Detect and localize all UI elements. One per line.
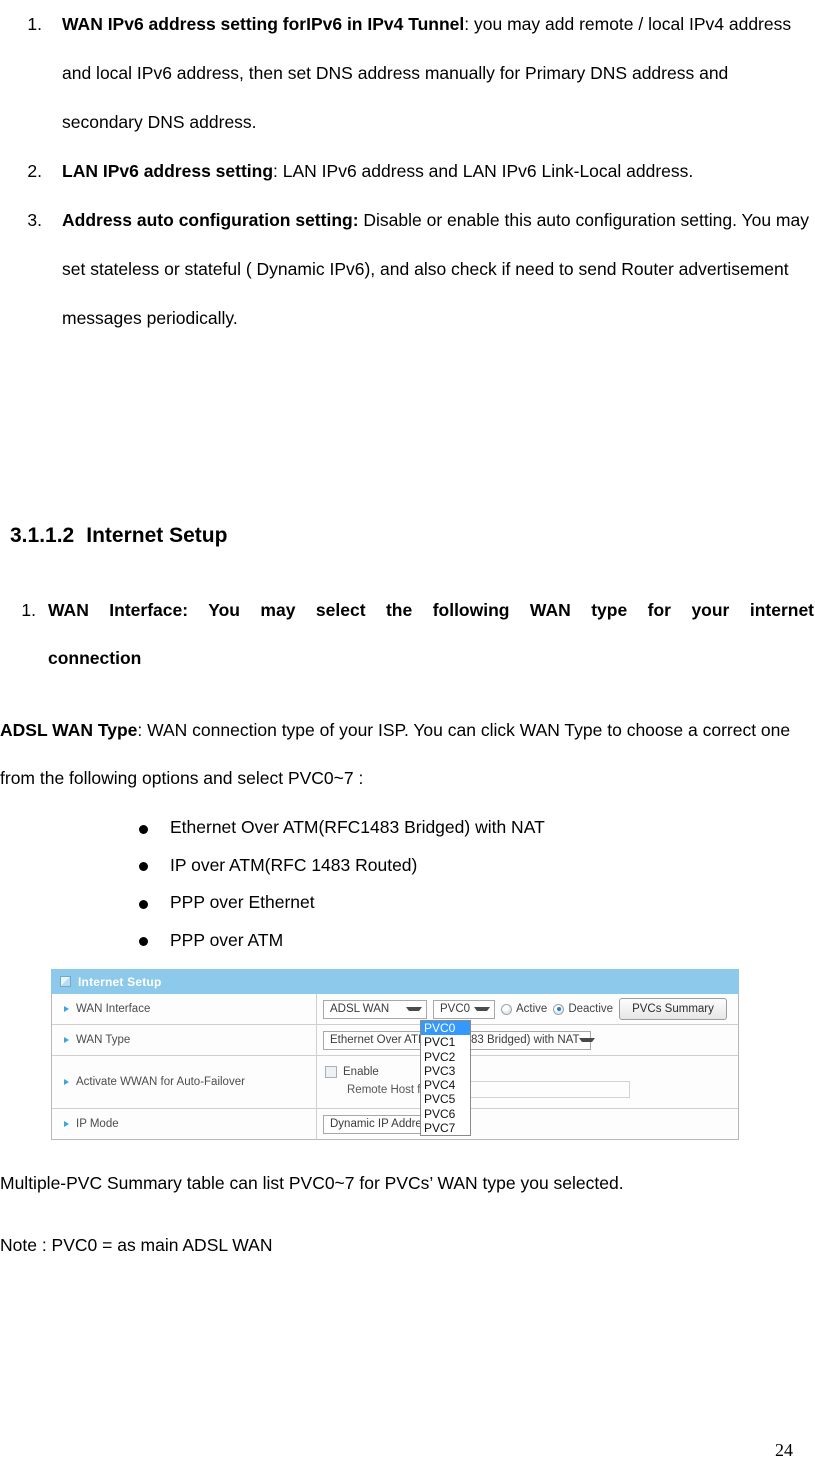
pvc-option-1[interactable]: PVC1 bbox=[421, 1035, 470, 1049]
list-item: 1. WAN IPv6 address setting forIPv6 in I… bbox=[0, 0, 815, 147]
remote-host-row: Remote Host for k bbox=[325, 1081, 630, 1098]
wan-interface-select-value: ADSL WAN bbox=[330, 1003, 390, 1015]
note-paragraph: Note : PVC0 = as main ADSL WAN bbox=[0, 1235, 273, 1255]
list-item: PPP over ATM bbox=[0, 922, 815, 960]
radio-active[interactable] bbox=[501, 1003, 512, 1015]
bullet-label: IP over ATM(RFC 1483 Routed) bbox=[170, 854, 418, 875]
list-item-body: Address auto configuration setting: Disa… bbox=[62, 196, 815, 343]
bullet-icon bbox=[0, 923, 148, 961]
list-item-bold: WAN IPv6 address setting forIPv6 in IPv4… bbox=[62, 14, 465, 34]
triangle-bullet-icon bbox=[64, 1006, 69, 1012]
row-label-text: WAN Interface bbox=[76, 1003, 151, 1015]
panel-icon bbox=[60, 976, 71, 987]
adsl-wan-type-paragraph: ADSL WAN Type: WAN connection type of yo… bbox=[0, 706, 815, 802]
row-value-wwan: Enable Remote Host for k bbox=[317, 1056, 738, 1108]
wan-interface-list-item: 1. WAN Interface: You may select the fol… bbox=[0, 586, 815, 682]
active-radio-option[interactable]: Active bbox=[501, 1003, 547, 1015]
table-row: WAN Interface ADSL WAN PVC0 Active Deact… bbox=[52, 994, 738, 1025]
intro-numbered-list: 1. WAN IPv6 address setting forIPv6 in I… bbox=[0, 0, 815, 343]
wan-item-line-1: WAN Interface: You may select the follow… bbox=[48, 600, 814, 620]
radio-active-label: Active bbox=[516, 1003, 548, 1015]
triangle-bullet-icon bbox=[64, 1037, 69, 1043]
section-number: 3.1.1.2 bbox=[10, 524, 75, 547]
chevron-down-icon bbox=[406, 1007, 422, 1011]
remote-host-input[interactable] bbox=[447, 1081, 630, 1098]
chevron-down-icon bbox=[474, 1007, 490, 1011]
triangle-bullet-icon bbox=[64, 1079, 69, 1085]
row-label-ip-mode: IP Mode bbox=[52, 1109, 317, 1139]
radio-deactive[interactable] bbox=[553, 1003, 565, 1015]
bullet-label: PPP over Ethernet bbox=[170, 892, 315, 912]
row-value-ip-mode: Dynamic IP Address bbox=[317, 1109, 738, 1139]
pvc-option-6[interactable]: PVC6 bbox=[421, 1107, 470, 1121]
wan-item-body: WAN Interface: You may select the follow… bbox=[48, 586, 815, 682]
wan-type-bullet-list: Ethernet Over ATM(RFC1483 Bridged) with … bbox=[0, 809, 815, 959]
pvc-option-2[interactable]: PVC2 bbox=[421, 1050, 470, 1064]
deactive-radio-option[interactable]: Deactive bbox=[553, 1003, 613, 1015]
wan-item-line-2: connection bbox=[48, 648, 142, 668]
row-value-wan-type: Ethernet Over ATM (RFC1483 Bridged) with… bbox=[317, 1025, 738, 1055]
list-item: Ethernet Over ATM(RFC1483 Bridged) with … bbox=[0, 809, 815, 847]
pvc-option-3[interactable]: PVC3 bbox=[421, 1064, 470, 1078]
wan-interface-select[interactable]: ADSL WAN bbox=[323, 999, 427, 1019]
chevron-down-icon bbox=[579, 1038, 596, 1042]
panel-header: Internet Setup bbox=[51, 969, 739, 994]
router-ui-screenshot: Internet Setup WAN Interface ADSL WAN PV… bbox=[51, 969, 739, 1140]
table-row: IP Mode Dynamic IP Address bbox=[52, 1109, 738, 1139]
bullet-icon bbox=[0, 885, 148, 923]
list-item: 3. Address auto configuration setting: D… bbox=[0, 196, 815, 343]
wwan-enable-label: Enable bbox=[343, 1066, 379, 1078]
settings-table: WAN Interface ADSL WAN PVC0 Active Deact… bbox=[51, 994, 739, 1140]
wwan-enable-option[interactable]: Enable bbox=[325, 1066, 379, 1078]
wan-item-number: 1. bbox=[21, 600, 36, 620]
pvc-option-7[interactable]: PVC7 bbox=[421, 1121, 470, 1135]
row-label-wan-type: WAN Type bbox=[52, 1025, 317, 1055]
pvc-select[interactable]: PVC0 bbox=[433, 999, 495, 1019]
pvc-select-value: PVC0 bbox=[440, 1003, 471, 1015]
triangle-bullet-icon bbox=[64, 1121, 69, 1127]
panel-title: Internet Setup bbox=[78, 974, 162, 989]
row-value-wan-interface: ADSL WAN PVC0 Active Deactive PVCs Summa… bbox=[317, 994, 738, 1024]
bullet-label: Ethernet Over ATM(RFC1483 Bridged) with … bbox=[170, 817, 545, 837]
list-item-body: WAN IPv6 address setting forIPv6 in IPv4… bbox=[62, 0, 815, 147]
table-row: Activate WWAN for Auto-Failover Enable R… bbox=[52, 1056, 738, 1109]
bullet-icon bbox=[0, 810, 148, 848]
list-item-number: 3. bbox=[27, 210, 42, 230]
row-label-text: WAN Type bbox=[76, 1034, 131, 1046]
row-label-wan-interface: WAN Interface bbox=[52, 994, 317, 1024]
list-item: IP over ATM(RFC 1483 Routed) bbox=[0, 847, 815, 885]
section-title: Internet Setup bbox=[86, 524, 228, 547]
pvc-option-5[interactable]: PVC5 bbox=[421, 1092, 470, 1106]
multiple-pvc-summary-paragraph: Multiple-PVC Summary table can list PVC0… bbox=[0, 1173, 624, 1193]
list-item-number: 2. bbox=[27, 161, 42, 181]
pvc-option-4[interactable]: PVC4 bbox=[421, 1078, 470, 1092]
bullet-label: PPP over ATM bbox=[170, 929, 284, 950]
pvc-option-0[interactable]: PVC0 bbox=[421, 1021, 470, 1036]
list-item: 2. LAN IPv6 address setting: LAN IPv6 ad… bbox=[0, 147, 815, 196]
list-item-text: : LAN IPv6 address and LAN IPv6 Link-Loc… bbox=[273, 161, 694, 181]
document-page: 1. WAN IPv6 address setting forIPv6 in I… bbox=[0, 0, 815, 1475]
radio-deactive-label: Deactive bbox=[568, 1003, 614, 1015]
table-row: WAN Type Ethernet Over ATM (RFC1483 Brid… bbox=[52, 1025, 738, 1056]
list-item-body: LAN IPv6 address setting: LAN IPv6 addre… bbox=[62, 147, 815, 196]
list-item-bold: LAN IPv6 address setting bbox=[62, 161, 274, 181]
section-heading: 3.1.1.2 Internet Setup bbox=[10, 524, 227, 548]
ip-mode-select-value: Dynamic IP Address bbox=[330, 1118, 434, 1130]
row-label-text: IP Mode bbox=[76, 1118, 119, 1130]
page-number: 24 bbox=[775, 1440, 793, 1460]
checkbox-wwan-enable[interactable] bbox=[325, 1066, 337, 1078]
bullet-icon bbox=[0, 848, 148, 886]
list-item-bold: Address auto configuration setting: bbox=[62, 210, 359, 230]
row-label-text: Activate WWAN for Auto-Failover bbox=[76, 1076, 245, 1088]
row-label-wwan: Activate WWAN for Auto-Failover bbox=[52, 1056, 317, 1108]
list-item-number: 1. bbox=[27, 14, 42, 34]
list-item: PPP over Ethernet bbox=[0, 884, 815, 922]
adsl-paragraph-bold: ADSL WAN Type bbox=[0, 720, 138, 740]
pvc-dropdown-open-list[interactable]: PVC0 PVC1 PVC2 PVC3 PVC4 PVC5 PVC6 PVC7 bbox=[420, 1020, 471, 1137]
pvcs-summary-button[interactable]: PVCs Summary bbox=[619, 998, 727, 1020]
